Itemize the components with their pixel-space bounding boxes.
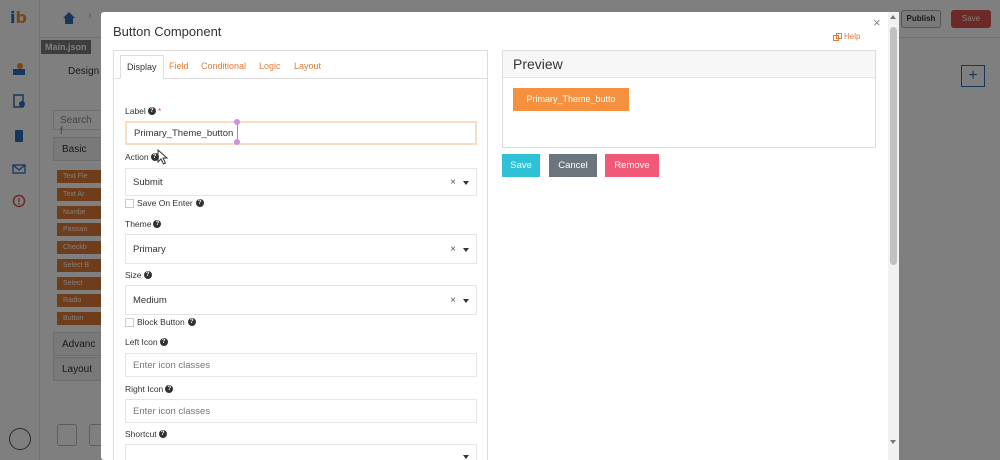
tab-conditional[interactable]: Conditional xyxy=(201,61,246,71)
label-input[interactable]: Primary_Theme_button xyxy=(125,121,477,145)
help-label: Help xyxy=(844,32,861,41)
shortcut-field-label: Shortcut? xyxy=(125,429,167,439)
selection-handle[interactable] xyxy=(234,139,240,145)
action-select[interactable]: Submit × xyxy=(125,168,477,196)
checkbox-box[interactable] xyxy=(125,317,134,327)
tab-bar: Display Field Conditional Logic Layout xyxy=(114,51,487,79)
tab-display[interactable]: Display xyxy=(120,55,164,79)
close-icon[interactable]: × xyxy=(873,15,881,30)
save-on-enter-checkbox[interactable]: Save On Enter ? xyxy=(125,198,204,208)
chevron-down-icon[interactable] xyxy=(463,455,469,459)
scroll-down-icon[interactable] xyxy=(890,440,896,444)
selection-handle[interactable] xyxy=(234,119,240,125)
left-icon-input[interactable]: Enter icon classes xyxy=(125,353,477,377)
action-field-label: Action? xyxy=(125,152,159,162)
help-icon[interactable]: ? xyxy=(147,107,156,115)
size-select[interactable]: Medium × xyxy=(125,285,477,315)
chevron-down-icon[interactable] xyxy=(463,299,469,303)
block-button-checkbox[interactable]: Block Button ? xyxy=(125,317,196,327)
preview-panel: Preview Primary_Theme_butto xyxy=(502,50,876,148)
form-panel: Display Field Conditional Logic Layout L… xyxy=(113,50,488,460)
tab-layout[interactable]: Layout xyxy=(294,61,321,71)
theme-select[interactable]: Primary × xyxy=(125,234,477,264)
preview-title: Preview xyxy=(503,51,875,78)
help-icon[interactable]: ? xyxy=(143,271,152,279)
help-icon[interactable]: ? xyxy=(158,430,167,438)
remove-button[interactable]: Remove xyxy=(605,154,659,177)
clear-icon[interactable]: × xyxy=(450,177,456,188)
chevron-down-icon[interactable] xyxy=(463,181,469,185)
chevron-down-icon[interactable] xyxy=(463,248,469,252)
help-icon[interactable]: ? xyxy=(159,338,168,346)
external-link-icon xyxy=(833,32,842,41)
right-icon-input[interactable]: Enter icon classes xyxy=(125,399,477,423)
right-icon-field-label: Right Icon? xyxy=(125,384,174,394)
help-icon[interactable]: ? xyxy=(153,220,162,228)
clear-icon[interactable]: × xyxy=(450,244,456,255)
clear-icon[interactable]: × xyxy=(450,295,456,306)
left-icon-field-label: Left Icon? xyxy=(125,337,168,347)
help-link[interactable]: Help xyxy=(833,32,860,41)
mouse-pointer-icon xyxy=(157,149,169,165)
tab-logic[interactable]: Logic xyxy=(259,61,281,71)
shortcut-select[interactable] xyxy=(125,444,477,460)
help-icon[interactable]: ? xyxy=(150,153,159,161)
cancel-button[interactable]: Cancel xyxy=(549,154,597,177)
label-field-label: Label? * xyxy=(125,106,162,116)
checkbox-box[interactable] xyxy=(125,198,134,208)
size-field-label: Size? xyxy=(125,270,152,280)
save-button[interactable]: Save xyxy=(502,154,540,177)
help-icon[interactable]: ? xyxy=(195,199,204,207)
modal-title: Button Component xyxy=(113,24,222,39)
scrollbar-thumb[interactable] xyxy=(890,27,897,265)
scroll-up-icon[interactable] xyxy=(890,15,896,19)
tab-field[interactable]: Field xyxy=(169,61,189,71)
theme-field-label: Theme? xyxy=(125,219,162,229)
help-icon[interactable]: ? xyxy=(165,385,174,393)
button-component-modal: Button Component × Help Display Field Co… xyxy=(101,12,899,460)
preview-button[interactable]: Primary_Theme_butto xyxy=(513,88,629,111)
help-icon[interactable]: ? xyxy=(187,318,196,326)
